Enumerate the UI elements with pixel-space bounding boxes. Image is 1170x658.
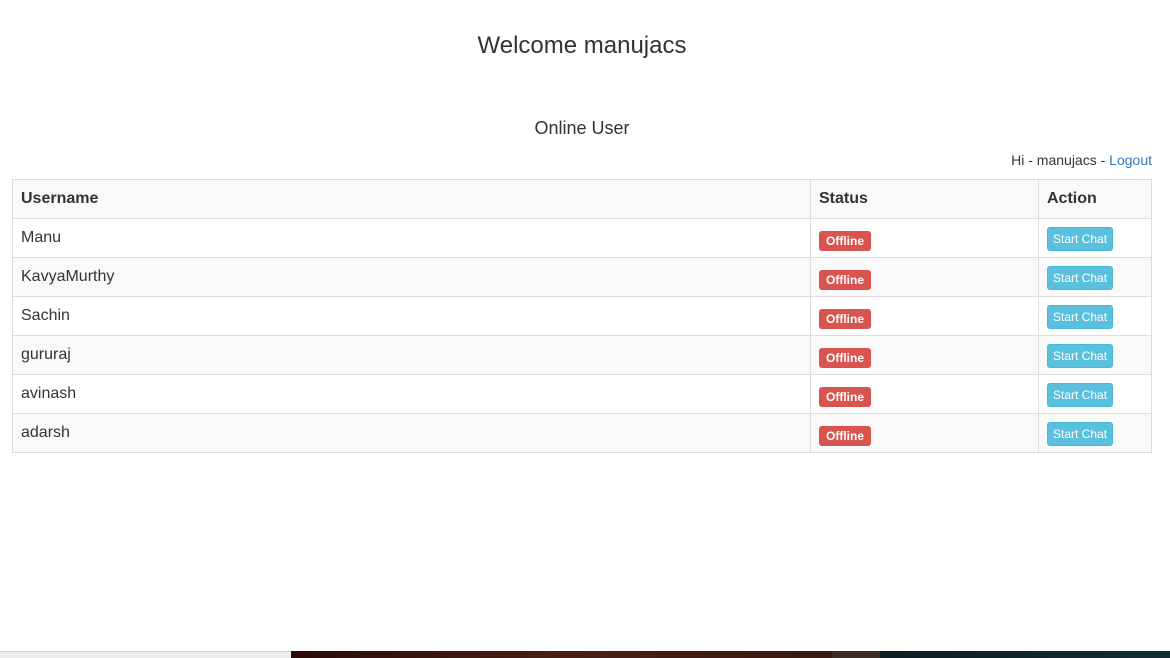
table-row: KavyaMurthy Offline Start Chat bbox=[12, 257, 1152, 297]
action-cell: Start Chat bbox=[1038, 335, 1152, 375]
offline-badge: Offline bbox=[819, 425, 871, 446]
offline-badge: Offline bbox=[819, 230, 871, 251]
username-cell: KavyaMurthy bbox=[12, 257, 811, 297]
username-cell: gururaj bbox=[12, 335, 811, 375]
table-row: Sachin Offline Start Chat bbox=[12, 296, 1152, 336]
username-cell: Sachin bbox=[12, 296, 811, 336]
start-chat-button[interactable]: Start Chat bbox=[1047, 266, 1114, 290]
table-row: gururaj Offline Start Chat bbox=[12, 335, 1152, 375]
taskbar-strip bbox=[0, 651, 1170, 658]
username-cell: adarsh bbox=[12, 413, 811, 453]
greeting-text: Hi - manujacs - bbox=[1011, 152, 1110, 168]
username-cell: avinash bbox=[12, 374, 811, 414]
status-cell: Offline bbox=[810, 296, 1039, 336]
user-greeting: Hi - manujacs - Logout bbox=[1011, 151, 1152, 169]
status-cell: Offline bbox=[810, 257, 1039, 297]
start-chat-button[interactable]: Start Chat bbox=[1047, 422, 1114, 446]
status-cell: Offline bbox=[810, 374, 1039, 414]
action-cell: Start Chat bbox=[1038, 296, 1152, 336]
offline-badge: Offline bbox=[819, 347, 871, 368]
status-cell: Offline bbox=[810, 335, 1039, 375]
taskbar-segment bbox=[291, 651, 832, 658]
offline-badge: Offline bbox=[819, 308, 871, 329]
taskbar-segment bbox=[832, 651, 880, 658]
username-cell: Manu bbox=[12, 218, 811, 258]
action-cell: Start Chat bbox=[1038, 218, 1152, 258]
start-chat-button[interactable]: Start Chat bbox=[1047, 227, 1114, 251]
action-cell: Start Chat bbox=[1038, 374, 1152, 414]
column-header-status: Status bbox=[810, 179, 1039, 219]
action-cell: Start Chat bbox=[1038, 257, 1152, 297]
online-user-title: Online User bbox=[534, 118, 630, 138]
start-chat-button[interactable]: Start Chat bbox=[1047, 305, 1114, 329]
table-row: adarsh Offline Start Chat bbox=[12, 413, 1152, 453]
table-row: avinash Offline Start Chat bbox=[12, 374, 1152, 414]
page: Welcome manujacs Online User Hi - manuja… bbox=[0, 0, 1170, 658]
logout-link[interactable]: Logout bbox=[1109, 152, 1152, 168]
column-header-action: Action bbox=[1038, 179, 1152, 219]
start-chat-button[interactable]: Start Chat bbox=[1047, 383, 1114, 407]
offline-badge: Offline bbox=[819, 386, 871, 407]
table-row: Manu Offline Start Chat bbox=[12, 218, 1152, 258]
table-header-row: Username Status Action bbox=[12, 179, 1152, 219]
start-chat-button[interactable]: Start Chat bbox=[1047, 344, 1114, 368]
users-table: Username Status Action Manu Offline Star… bbox=[12, 179, 1152, 453]
column-header-username: Username bbox=[12, 179, 811, 219]
offline-badge: Offline bbox=[819, 269, 871, 290]
status-cell: Offline bbox=[810, 413, 1039, 453]
welcome-heading: Welcome manujacs bbox=[477, 32, 687, 59]
taskbar-segment bbox=[880, 651, 1170, 658]
status-cell: Offline bbox=[810, 218, 1039, 258]
taskbar-segment bbox=[0, 651, 291, 658]
action-cell: Start Chat bbox=[1038, 413, 1152, 453]
